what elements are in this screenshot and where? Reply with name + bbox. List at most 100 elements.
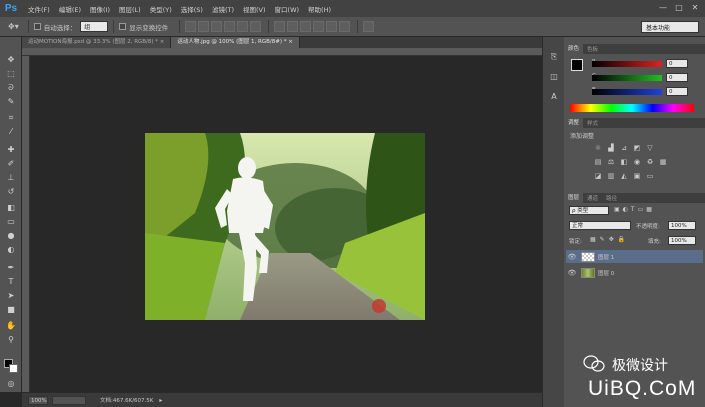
close-window-button[interactable]: ✕: [690, 3, 700, 13]
gradient-map-icon[interactable]: ▭: [646, 172, 654, 180]
workspace-dropdown[interactable]: 基本功能: [641, 21, 699, 33]
quick-mask-icon[interactable]: ◎: [5, 379, 17, 389]
status-menu-arrow-icon[interactable]: ▸: [159, 397, 162, 404]
menu-type[interactable]: 类型(Y): [150, 4, 172, 14]
blur-tool-icon[interactable]: ●: [5, 231, 17, 241]
lasso-tool-icon[interactable]: ᘐ: [5, 83, 17, 93]
align-bottom-icon[interactable]: [211, 21, 223, 32]
distribute-top-icon[interactable]: [274, 21, 286, 32]
gradient-tool-icon[interactable]: ▭: [5, 217, 17, 227]
color-foreground-swatch[interactable]: [571, 59, 583, 71]
tab-swatches[interactable]: 色板: [583, 45, 602, 53]
eyedropper-tool-icon[interactable]: ⁄: [5, 127, 17, 137]
align-right-icon[interactable]: [250, 21, 262, 32]
tab-color[interactable]: 颜色: [564, 44, 584, 54]
move-tool-preset-icon[interactable]: ✥▾: [8, 22, 19, 31]
tab-motion-poster[interactable]: 运动MOTION海报.psd @ 33.3% (图层 2, RGB/8) * ×: [22, 37, 172, 48]
channel-b-value[interactable]: 0: [666, 87, 688, 96]
selective-color-icon[interactable]: ▣: [633, 172, 641, 180]
quick-select-tool-icon[interactable]: ✎: [5, 97, 17, 107]
distribute-left-icon[interactable]: [313, 21, 325, 32]
curves-icon[interactable]: ⊿: [620, 144, 628, 152]
threshold-icon[interactable]: ◭: [620, 172, 628, 180]
color-balance-icon[interactable]: ⚖: [607, 158, 615, 166]
crop-tool-icon[interactable]: ⌗: [5, 113, 17, 123]
menu-window[interactable]: 窗口(W): [275, 4, 300, 14]
maximize-button[interactable]: □: [674, 3, 684, 13]
distribute-vcenter-icon[interactable]: [287, 21, 299, 32]
tab-paths[interactable]: 路径: [602, 194, 621, 202]
hue-icon[interactable]: ▤: [594, 158, 602, 166]
eye-icon[interactable]: 👁: [566, 269, 578, 277]
channel-g-slider[interactable]: [592, 75, 662, 81]
menu-layer[interactable]: 图层(L): [119, 4, 141, 14]
document-image[interactable]: [145, 133, 425, 320]
properties-panel-icon[interactable]: ◫: [548, 71, 560, 83]
levels-icon[interactable]: ▟: [607, 144, 615, 152]
align-vcenter-icon[interactable]: [198, 21, 210, 32]
fill-field[interactable]: 100%: [668, 236, 696, 245]
tab-runner-photo[interactable]: 运动人物.jpg @ 100% (图层 1, RGB/8#) * ×: [171, 37, 300, 48]
tab-layers[interactable]: 图层: [564, 193, 584, 203]
color-lookup-icon[interactable]: ▦: [659, 158, 667, 166]
layer-row-1[interactable]: 👁 图层 1: [566, 250, 703, 263]
menu-select[interactable]: 选择(S): [181, 4, 203, 14]
move-tool-icon[interactable]: ✥: [5, 55, 17, 65]
menu-file[interactable]: 文件(F): [28, 4, 50, 14]
dodge-tool-icon[interactable]: ◐: [5, 245, 17, 255]
background-color-swatch[interactable]: [9, 364, 18, 373]
menu-edit[interactable]: 编辑(E): [59, 4, 81, 14]
photo-filter-icon[interactable]: ◉: [633, 158, 641, 166]
vibrance-icon[interactable]: ▽: [646, 144, 654, 152]
shape-tool-icon[interactable]: ■: [5, 305, 17, 315]
exposure-icon[interactable]: ◩: [633, 144, 641, 152]
align-hcenter-icon[interactable]: [237, 21, 249, 32]
invert-icon[interactable]: ◪: [594, 172, 602, 180]
brush-tool-icon[interactable]: ✐: [5, 159, 17, 169]
channel-r-value[interactable]: 0: [666, 59, 688, 68]
healing-tool-icon[interactable]: ✚: [5, 145, 17, 155]
hand-tool-icon[interactable]: ✋: [5, 321, 17, 331]
channel-r-slider[interactable]: [592, 61, 662, 67]
channel-g-value[interactable]: 0: [666, 73, 688, 82]
distribute-hcenter-icon[interactable]: [326, 21, 338, 32]
pen-tool-icon[interactable]: ✒: [5, 263, 17, 273]
stamp-tool-icon[interactable]: ⊥: [5, 173, 17, 183]
tab-styles[interactable]: 样式: [583, 119, 602, 127]
align-top-icon[interactable]: [185, 21, 197, 32]
distribute-right-icon[interactable]: [339, 21, 351, 32]
posterize-icon[interactable]: ▥: [607, 172, 615, 180]
color-spectrum-bar[interactable]: [570, 104, 694, 112]
menu-help[interactable]: 帮助(H): [308, 4, 331, 14]
align-left-icon[interactable]: [224, 21, 236, 32]
blend-mode-dropdown[interactable]: 正常: [569, 221, 631, 230]
tab-channels[interactable]: 通道: [583, 194, 602, 202]
eye-icon[interactable]: 👁: [566, 253, 578, 261]
auto-select-dropdown[interactable]: 组: [80, 21, 109, 32]
distribute-bottom-icon[interactable]: [300, 21, 312, 32]
tab-adjustments[interactable]: 调整: [564, 118, 584, 128]
history-brush-tool-icon[interactable]: ↺: [5, 187, 17, 197]
path-select-tool-icon[interactable]: ➤: [5, 291, 17, 301]
eraser-tool-icon[interactable]: ◧: [5, 203, 17, 213]
show-transform-checkbox[interactable]: [119, 23, 127, 30]
menu-image[interactable]: 图像(I): [90, 4, 110, 14]
layer-filter-dropdown[interactable]: ρ 类型: [569, 206, 609, 215]
minimize-button[interactable]: —: [658, 3, 668, 13]
channel-b-slider[interactable]: [592, 89, 662, 95]
type-tool-icon[interactable]: T: [5, 277, 17, 287]
menu-filter[interactable]: 滤镜(T): [212, 4, 234, 14]
zoom-level-field[interactable]: 100%: [28, 395, 48, 405]
auto-align-icon[interactable]: [363, 21, 375, 32]
history-panel-icon[interactable]: ⎘: [548, 51, 560, 63]
auto-select-checkbox[interactable]: [33, 23, 41, 30]
black-white-icon[interactable]: ◧: [620, 158, 628, 166]
character-panel-icon[interactable]: A: [548, 91, 560, 103]
channel-mixer-icon[interactable]: ♻: [646, 158, 654, 166]
marquee-tool-icon[interactable]: ⬚: [5, 69, 17, 79]
layer-row-0[interactable]: 👁 图层 0: [566, 266, 703, 279]
opacity-field[interactable]: 100%: [668, 221, 696, 230]
zoom-tool-icon[interactable]: ⚲: [5, 335, 17, 345]
layer-filter-icons[interactable]: ▣◐T▭▦: [614, 206, 674, 215]
lock-icons[interactable]: ▦✎✥🔒: [590, 236, 638, 244]
